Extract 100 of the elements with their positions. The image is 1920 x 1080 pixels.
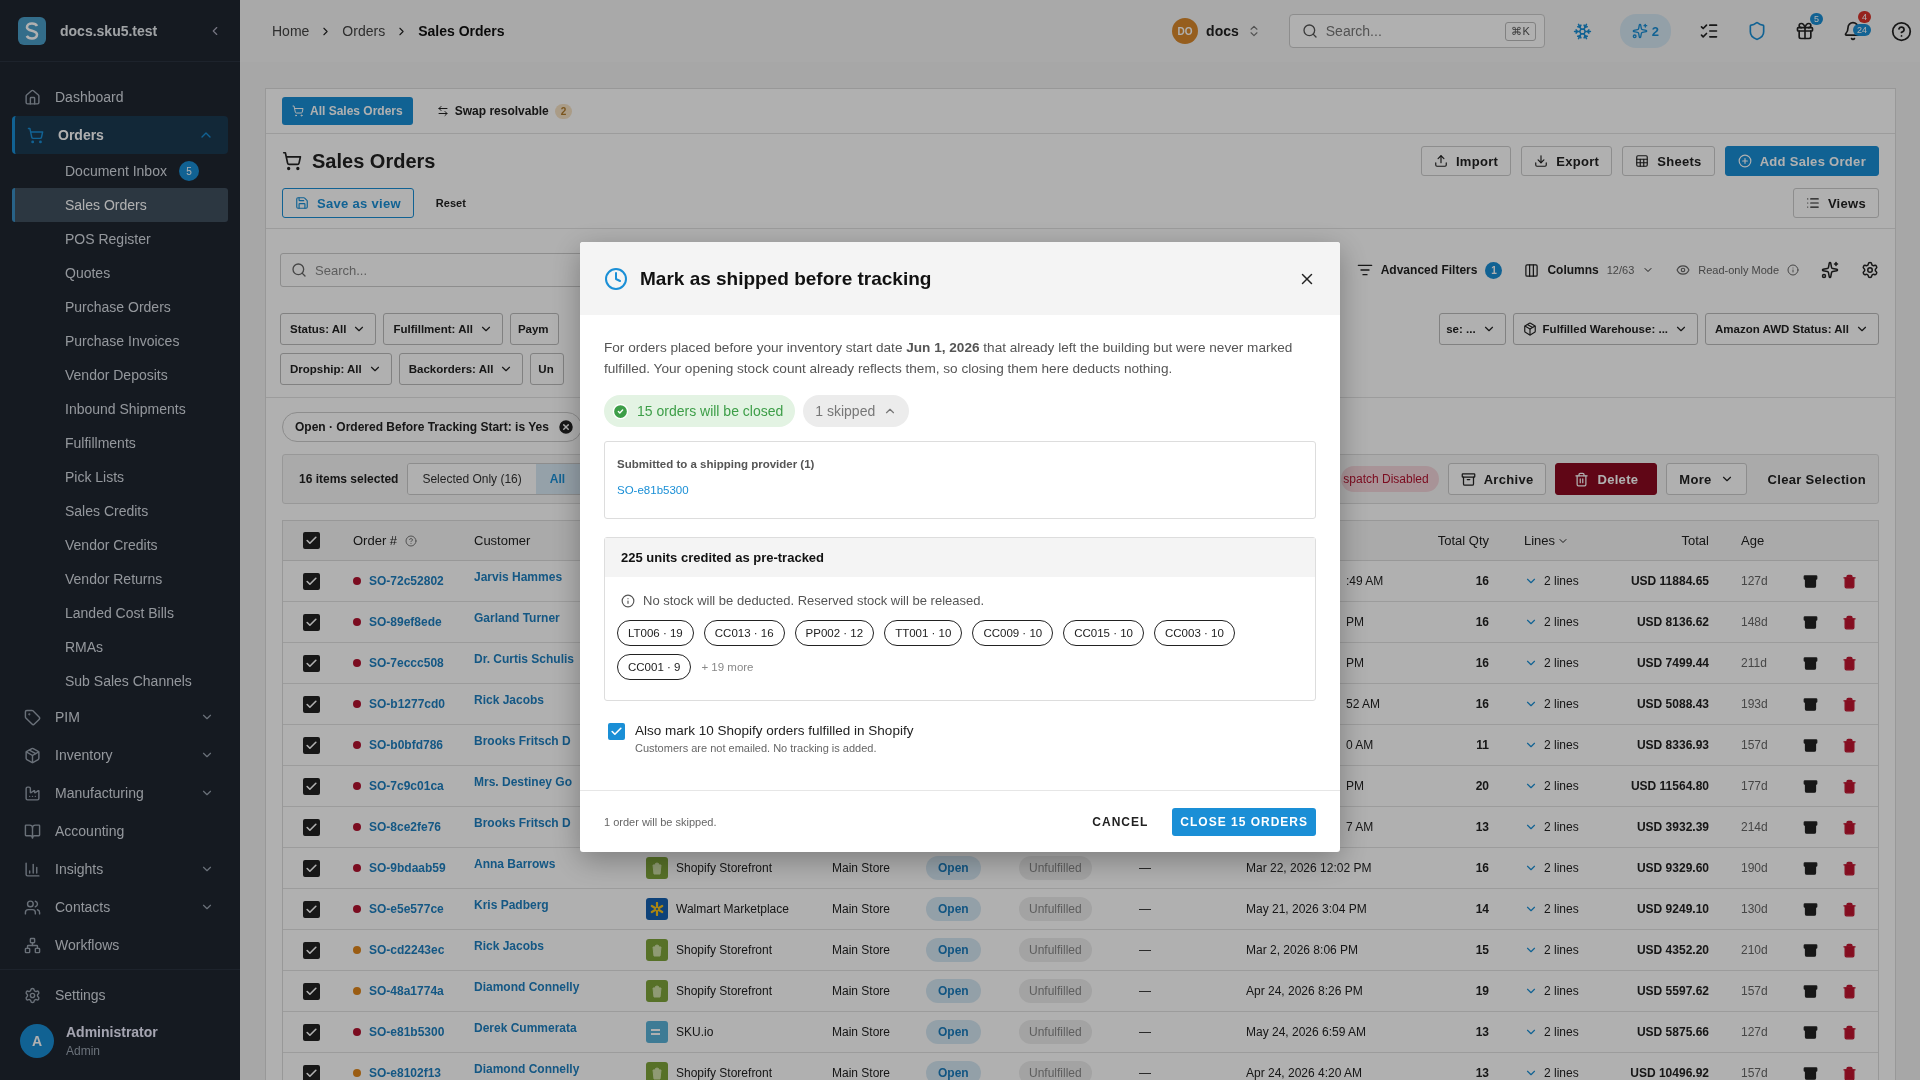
table-cell: 7 AM — [1346, 820, 1374, 834]
user-avatar: A — [20, 1024, 54, 1058]
table-cell: — — [1139, 943, 1151, 957]
table-cell: Shopify Storefront — [676, 861, 773, 875]
more-count: + 19 more — [701, 661, 754, 674]
table-cell: 15 — [1475, 943, 1489, 957]
nav-subitem-label: Pick Lists — [65, 469, 125, 485]
info-note: No stock will be deducted. Reserved stock will be released. — [643, 593, 985, 609]
status-pill: Open — [926, 856, 981, 880]
table-cell: Main Store — [832, 1066, 891, 1080]
table-cell: 130d — [1741, 902, 1768, 916]
table-cell: 16 — [1475, 861, 1489, 875]
status-pill: Open — [926, 1061, 981, 1080]
nav-subitem-label: Sales Credits — [65, 503, 149, 519]
fulfillment-pill: Unfulfilled — [1019, 979, 1092, 1003]
option-label: Also mark 10 Shopify orders fulfilled in Shopify — [635, 723, 914, 739]
table-cell: 19 — [1475, 984, 1489, 998]
table-cell: PM — [1346, 779, 1364, 793]
dialog-description: For orders placed before your inventory start date Jun 1, 2026 that already left the building but were never marked fulfilled. Your opening stock count already reflects them, so closing them here deducts nothing. — [604, 339, 1294, 379]
table-cell: — — [1139, 1025, 1151, 1039]
table-cell: USD 8136.62 — [1636, 615, 1709, 629]
table-cell: Main Store — [832, 861, 891, 875]
table-cell: USD 4352.20 — [1636, 943, 1709, 957]
table-cell: 13 — [1475, 1025, 1489, 1039]
section-heading: Submitted to a shipping provider (1) — [617, 458, 816, 471]
table-cell: Mar 22, 2026 12:02 PM — [1246, 861, 1372, 875]
status-pill: Open — [926, 938, 981, 962]
table-cell: PM — [1346, 656, 1364, 670]
column-header: Total Qty — [1437, 533, 1489, 548]
footer-note: 1 order will be skipped. — [604, 815, 718, 828]
table-cell: USD 7499.44 — [1636, 656, 1709, 670]
column-header: Total — [1681, 533, 1709, 548]
fulfillment-pill: Unfulfilled — [1019, 1061, 1092, 1080]
table-cell: 16 — [1475, 574, 1489, 588]
selection-count: 16 items selected — [299, 472, 399, 486]
table-cell: USD 9249.10 — [1636, 902, 1709, 916]
table-cell: 16 — [1475, 615, 1489, 629]
table-cell: 13 — [1475, 820, 1489, 834]
table-cell: USD 8336.93 — [1636, 738, 1709, 752]
user-name: Administrator — [66, 1024, 158, 1040]
table-cell: 11 — [1476, 738, 1489, 752]
nav-subitem-label: Quotes — [65, 265, 111, 281]
table-cell: 16 — [1475, 697, 1489, 711]
nav-subitem-label: Landed Cost Bills — [65, 605, 174, 621]
table-cell: Shopify Storefront — [676, 943, 773, 957]
nav-subitem-label: Vendor Returns — [65, 571, 163, 587]
table-cell: May 24, 2026 6:59 AM — [1246, 1025, 1367, 1039]
table-cell: Walmart Marketplace — [676, 902, 789, 916]
table-cell: 214d — [1741, 820, 1768, 834]
table-cell: Apr 24, 2026 8:26 PM — [1246, 984, 1363, 998]
table-cell: Mar 2, 2026 8:06 PM — [1246, 943, 1359, 957]
table-cell: 157d — [1741, 1066, 1768, 1080]
table-cell: USD 9329.60 — [1636, 861, 1709, 875]
option-hint: Customers are not emailed. No tracking is added. — [635, 742, 878, 755]
table-cell: 193d — [1741, 697, 1768, 711]
column-header: Customer — [474, 533, 531, 548]
status-pill: Open — [926, 979, 981, 1003]
table-cell: USD 5088.43 — [1636, 697, 1709, 711]
notification-badge: 5 — [1810, 13, 1823, 25]
table-cell: — — [1139, 861, 1151, 875]
nav-subitem-label: Inbound Shipments — [65, 401, 186, 417]
table-cell: Main Store — [832, 943, 891, 957]
table-cell: — — [1139, 984, 1151, 998]
nav-subitem-label: POS Register — [65, 231, 151, 247]
table-cell: 20 — [1475, 779, 1489, 793]
table-cell: 157d — [1741, 738, 1768, 752]
table-cell: 16 — [1475, 656, 1489, 670]
notification-badge: 24 — [1853, 24, 1871, 36]
fulfillment-pill: Unfulfilled — [1019, 897, 1092, 921]
table-cell: Main Store — [832, 1025, 891, 1039]
table-cell: 157d — [1741, 984, 1768, 998]
table-cell: 211d — [1741, 656, 1767, 670]
table-cell: — — [1139, 902, 1151, 916]
table-cell: Apr 24, 2026 4:20 AM — [1246, 1066, 1363, 1080]
table-cell: SKU.io — [676, 1025, 714, 1039]
table-cell: USD 11884.65 — [1630, 574, 1709, 588]
table-cell: USD 11564.80 — [1630, 779, 1709, 793]
column-header: Age — [1741, 533, 1765, 548]
nav-subitem-label: Vendor Deposits — [65, 367, 168, 383]
nav-subitem-label: Vendor Credits — [65, 537, 158, 553]
table-cell: Shopify Storefront — [676, 984, 773, 998]
table-cell: Main Store — [832, 984, 891, 998]
page-title: Sales Orders — [312, 149, 437, 173]
table-cell: 177d — [1741, 779, 1768, 793]
nav-subitem-label: Purchase Invoices — [65, 333, 180, 349]
table-cell: May 21, 2026 3:04 PM — [1246, 902, 1367, 916]
user-role: Admin — [66, 1044, 101, 1058]
section-heading: 225 units credited as pre-tracked — [605, 538, 1315, 578]
column-header: Order # — [353, 533, 398, 548]
nav-subitem-label: RMAs — [65, 639, 104, 655]
table-cell: USD 5597.62 — [1636, 984, 1709, 998]
table-cell: :49 AM — [1346, 574, 1384, 588]
table-cell: — — [1139, 1066, 1151, 1080]
nav-subitem-label: Fulfillments — [65, 435, 136, 451]
nav-subitem-label: Sales Orders — [65, 197, 147, 213]
table-cell: 127d — [1741, 574, 1768, 588]
table-cell: USD 10496.92 — [1630, 1066, 1709, 1080]
table-cell: 13 — [1475, 1066, 1489, 1080]
closing-count-pill: 15 orders will be closed — [604, 395, 796, 428]
fulfillment-pill: Unfulfilled — [1019, 938, 1092, 962]
